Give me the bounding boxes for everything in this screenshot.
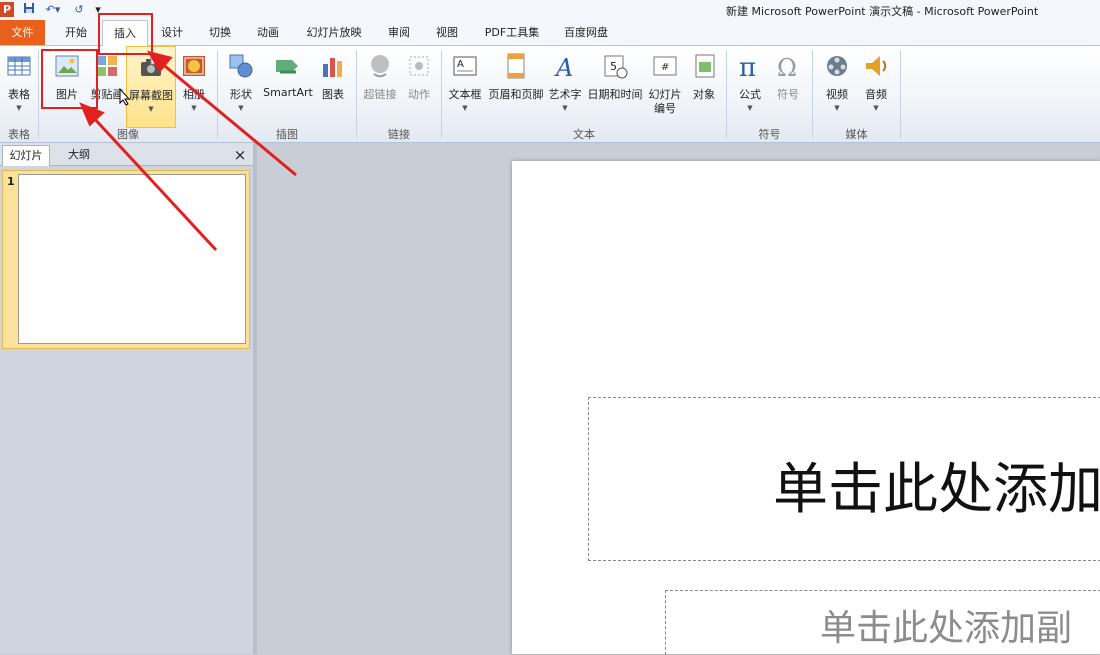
annotation-arrows xyxy=(79,50,297,252)
annotation-arrow-head xyxy=(79,102,105,127)
annotation-arrow-to-insert-tab xyxy=(159,60,297,177)
annotation-arrow-to-picture xyxy=(90,114,218,252)
mouse-cursor-icon xyxy=(119,88,131,106)
